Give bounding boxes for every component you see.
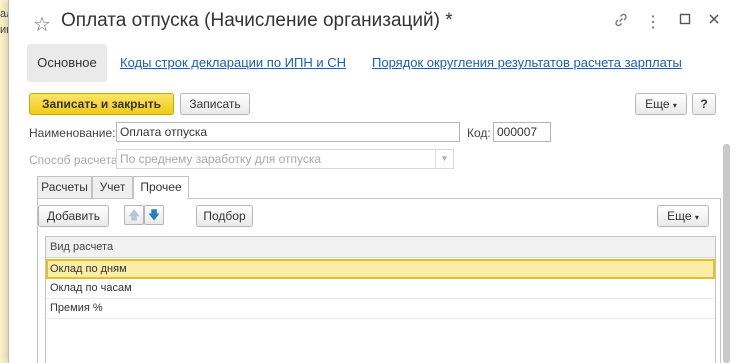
save-and-close-button[interactable]: Записать и закрыть — [29, 93, 174, 115]
chevron-down-icon: ▾ — [672, 101, 677, 110]
table-row[interactable]: Премия % — [46, 299, 715, 319]
toolbar-more-label: Еще — [645, 97, 670, 111]
table-row[interactable]: Оклад по дням — [46, 259, 715, 279]
name-field[interactable]: Оплата отпуска — [116, 122, 460, 142]
chevron-down-icon: ▾ — [694, 213, 699, 222]
save-button[interactable]: Записать — [180, 93, 250, 115]
method-select-value: По среднему заработку для отпуска — [120, 152, 322, 166]
calculation-types-table: Вид расчета Оклад по дням Оклад по часам… — [45, 236, 716, 363]
table-header-calc-type[interactable]: Вид расчета — [46, 237, 715, 258]
panel-more-button[interactable]: Еще ▾ — [657, 205, 709, 227]
more-vertical-icon[interactable]: ⋮ — [643, 12, 663, 32]
vertical-scrollbar[interactable] — [723, 144, 730, 363]
panel-more-label: Еще — [667, 209, 692, 223]
close-icon[interactable] — [704, 12, 724, 30]
dialog-window: ☆ Оплата отпуска (Начисление организаций… — [8, 0, 750, 363]
arrow-down-icon[interactable]: 🡇 — [144, 205, 164, 225]
form-navigation: Основное Коды строк декларации по ИПН и … — [9, 44, 750, 84]
maximize-icon[interactable] — [675, 12, 695, 30]
tab-calculations[interactable]: Расчеты — [37, 176, 92, 198]
code-field[interactable]: 000007 — [493, 122, 551, 142]
tab-accounting[interactable]: Учет — [92, 176, 133, 198]
name-label: Наименование: — [29, 126, 116, 140]
select-button[interactable]: Подбор — [196, 205, 253, 227]
code-label: Код: — [467, 126, 491, 140]
method-label: Способ расчета: — [29, 153, 121, 167]
nav-main[interactable]: Основное — [27, 44, 107, 82]
star-icon[interactable]: ☆ — [33, 12, 51, 37]
tab-other[interactable]: Прочее — [133, 176, 189, 199]
link-icon[interactable] — [611, 12, 631, 33]
add-button[interactable]: Добавить — [38, 205, 109, 227]
dropdown-arrow-icon: ▼ — [435, 150, 453, 168]
title-bar: ☆ Оплата отпуска (Начисление организаций… — [9, 0, 750, 44]
arrow-up-icon[interactable]: 🡅 — [124, 205, 144, 225]
window-title: Оплата отпуска (Начисление организаций) … — [61, 10, 453, 31]
help-button[interactable]: ? — [692, 93, 716, 115]
method-select[interactable]: По среднему заработку для отпуска ▼ — [116, 149, 454, 169]
toolbar-more-button[interactable]: Еще ▾ — [635, 93, 687, 115]
nav-link-declaration-codes[interactable]: Коды строк декларации по ИПН и СН — [120, 55, 346, 70]
table-row[interactable]: Оклад по часам — [46, 279, 715, 299]
nav-link-rounding-order[interactable]: Порядок округления результатов расчета з… — [372, 55, 682, 70]
